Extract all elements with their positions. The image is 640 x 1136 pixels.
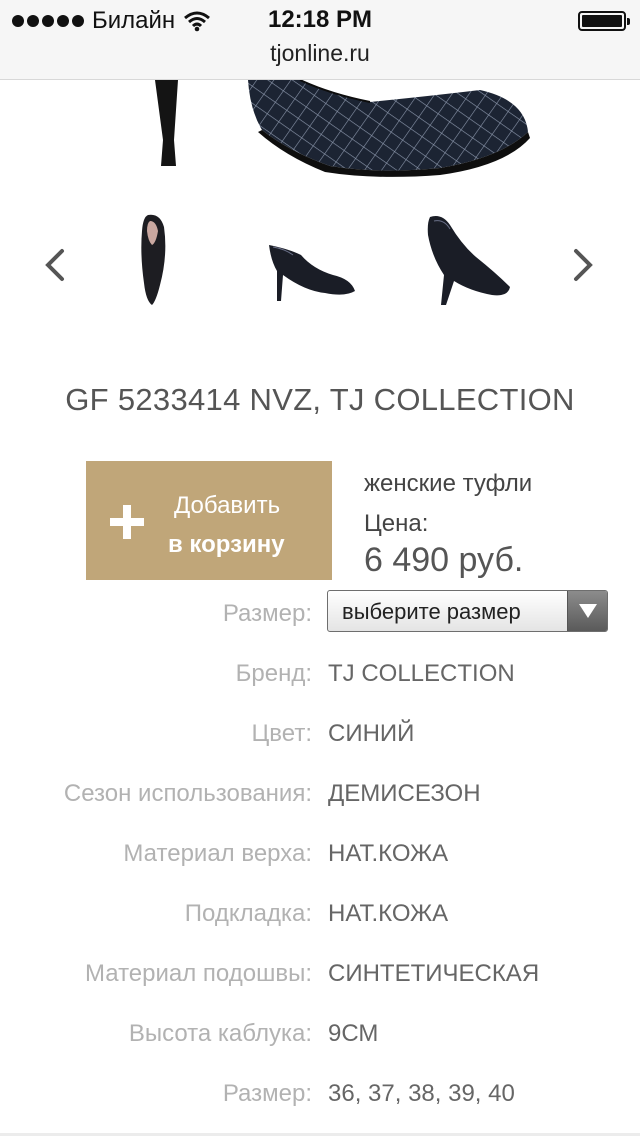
product-main-image[interactable]: [0, 80, 640, 200]
thumbnail-carousel: [0, 205, 640, 325]
thumbnail-front-view[interactable]: [100, 205, 210, 315]
triangle-down-icon: [567, 591, 607, 631]
attribute-row-color: Цвет: СИНИЙ: [0, 720, 640, 760]
attribute-value: СИНТЕТИЧЕСКАЯ: [328, 960, 540, 987]
attribute-row-lining: Подкладка: НАТ.КОЖА: [0, 900, 640, 940]
attribute-label: Высота каблука:: [128, 1020, 312, 1047]
attribute-label: Подкладка:: [184, 900, 312, 927]
attribute-label: Материал подошвы:: [84, 960, 312, 987]
attribute-row-heel-height: Высота каблука: 9СМ: [0, 1020, 640, 1060]
product-title: GF 5233414 NVZ, TJ COLLECTION: [65, 382, 575, 417]
battery-icon: [578, 11, 630, 31]
product-info: женские туфли Цена: 6 490 руб.: [364, 470, 532, 580]
attribute-row-sizes: Размер: 36, 37, 38, 39, 40: [0, 1080, 640, 1120]
size-select-label: Размер:: [222, 600, 312, 627]
chevron-left-icon[interactable]: [40, 245, 70, 285]
attribute-label: Цвет:: [251, 720, 312, 747]
attribute-value: TJ COLLECTION: [328, 660, 515, 687]
attribute-row-brand: Бренд: TJ COLLECTION: [0, 660, 640, 700]
attribute-row-sole-material: Материал подошвы: СИНТЕТИЧЕСКАЯ: [0, 960, 640, 1000]
add-to-cart-label-line2: в корзину: [168, 531, 285, 558]
add-to-cart-button[interactable]: Добавить в корзину: [86, 461, 332, 580]
product-price: 6 490 руб.: [364, 541, 524, 579]
attribute-value: НАТ.КОЖА: [328, 840, 449, 867]
size-select-row: Размер: выберите размер: [0, 590, 640, 640]
plus-icon: [110, 505, 144, 539]
size-select-value: выберите размер: [342, 599, 521, 624]
add-to-cart-label-line1: Добавить: [174, 492, 281, 519]
status-bar: Билайн 12:18 PM tjonline.ru: [0, 0, 640, 80]
thumbnail-back-view[interactable]: [410, 205, 520, 315]
attribute-label: Сезон использования:: [63, 780, 312, 807]
attribute-value: СИНИЙ: [328, 720, 415, 747]
attribute-value: НАТ.КОЖА: [328, 900, 449, 927]
clock: 12:18 PM: [267, 6, 373, 33]
attribute-row-upper-material: Материал верха: НАТ.КОЖА: [0, 840, 640, 880]
attribute-row-season: Сезон использования: ДЕМИСЕЗОН: [0, 780, 640, 820]
address-bar-url[interactable]: tjonline.ru: [0, 40, 640, 67]
attribute-value: 9СМ: [328, 1020, 379, 1047]
attribute-value: ДЕМИСЕЗОН: [328, 780, 481, 807]
attribute-label: Бренд:: [235, 660, 312, 687]
chevron-right-icon[interactable]: [568, 245, 598, 285]
attribute-value: 36, 37, 38, 39, 40: [328, 1080, 515, 1107]
attribute-label: Материал верха:: [123, 840, 312, 867]
product-category: женские туфли: [364, 470, 533, 497]
price-label: Цена:: [364, 510, 429, 537]
attribute-label: Размер:: [222, 1080, 312, 1107]
thumbnail-side-view[interactable]: [255, 205, 365, 315]
size-select[interactable]: выберите размер: [327, 590, 608, 632]
